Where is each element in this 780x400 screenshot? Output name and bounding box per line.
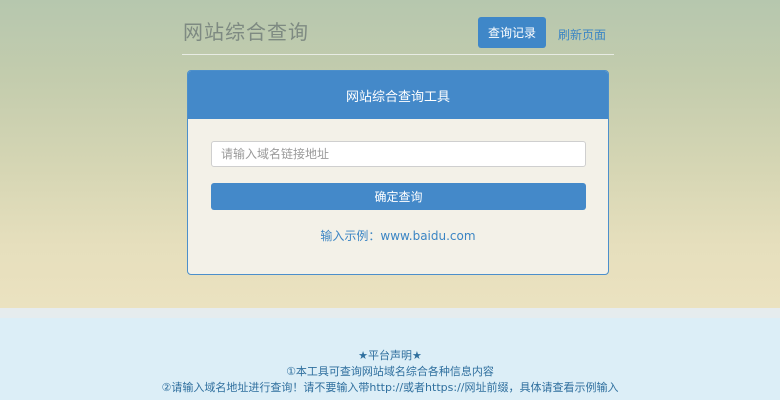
- submit-query-button[interactable]: 确定查询: [211, 183, 586, 210]
- section-divider: [0, 308, 780, 318]
- header-bar: 网站综合查询 查询记录 刷新页面: [182, 0, 614, 55]
- notice-title: ★平台声明★: [358, 349, 422, 362]
- page: 网站综合查询 查询记录 刷新页面 网站综合查询工具 确定查询 输入示例：www.…: [0, 0, 780, 400]
- notice-line-2: ②请输入域名地址进行查询！请不要输入带http://或者https://网址前缀…: [161, 381, 619, 394]
- query-history-button[interactable]: 查询记录: [478, 17, 546, 48]
- top-background: 网站综合查询 查询记录 刷新页面 网站综合查询工具 确定查询 输入示例：www.…: [0, 0, 780, 308]
- panel-title: 网站综合查询工具: [188, 71, 608, 119]
- domain-input[interactable]: [211, 141, 586, 167]
- refresh-page-link[interactable]: 刷新页面: [558, 26, 606, 43]
- notice-line-1: ①本工具可查询网站域名综合各种信息内容: [286, 365, 494, 378]
- site-title: 网站综合查询: [183, 20, 309, 44]
- query-tool-panel: 网站综合查询工具 确定查询 输入示例：www.baidu.com: [187, 70, 609, 275]
- example-hint: 输入示例：www.baidu.com: [320, 229, 476, 243]
- platform-notice: ★平台声明★ ①本工具可查询网站域名综合各种信息内容 ②请输入域名地址进行查询！…: [0, 348, 780, 396]
